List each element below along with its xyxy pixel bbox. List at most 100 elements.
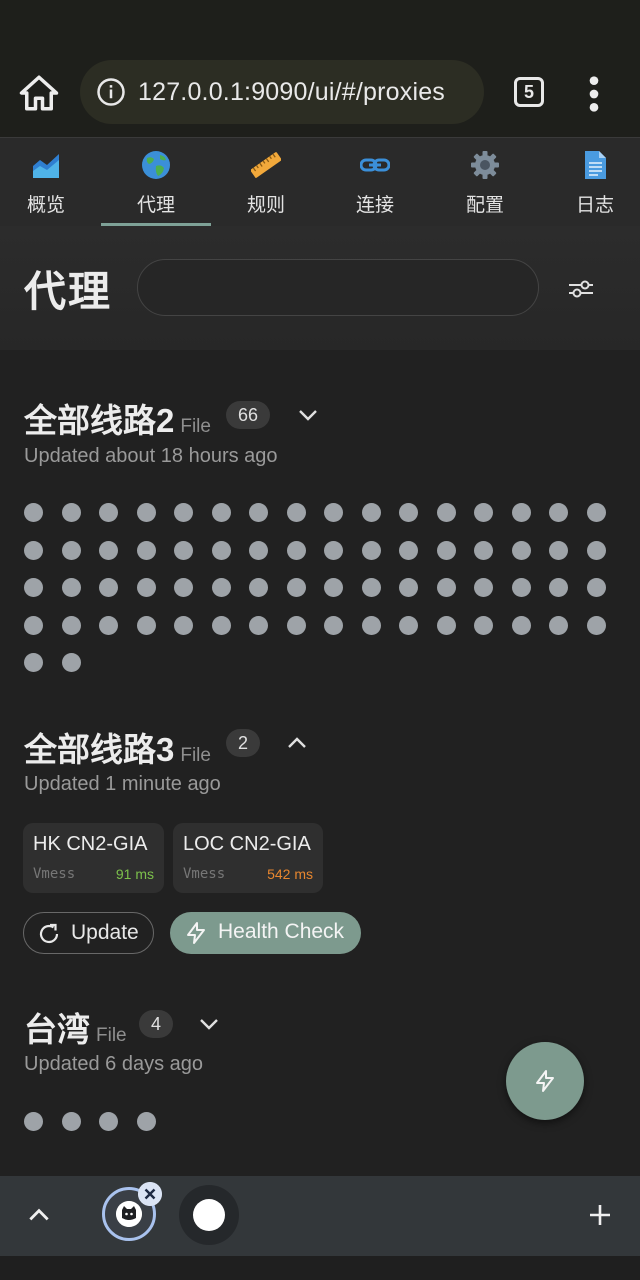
proxy-status-dot[interactable] — [549, 540, 568, 560]
proxy-status-dot[interactable] — [586, 578, 606, 597]
proxy-status-dot[interactable] — [436, 578, 456, 597]
info-icon[interactable] — [96, 77, 126, 107]
proxy-status-dot[interactable] — [399, 615, 418, 635]
proxy-status-dot[interactable] — [211, 578, 231, 597]
proxy-status-dot[interactable] — [24, 578, 43, 597]
proxy-status-dot[interactable] — [24, 540, 43, 560]
proxy-status-dot[interactable] — [99, 503, 118, 522]
url-bar[interactable]: 127.0.0.1:9090/ui/#/proxies — [80, 60, 484, 124]
proxy-status-dot[interactable] — [174, 615, 193, 635]
chevron-up-icon[interactable] — [26, 1202, 52, 1228]
proxy-status-dot[interactable] — [511, 578, 531, 597]
home-icon[interactable] — [18, 72, 60, 114]
proxy-status-dot[interactable] — [361, 615, 381, 635]
proxy-status-dot[interactable] — [174, 578, 193, 597]
proxy-status-dot[interactable] — [136, 615, 156, 635]
proxy-status-dot[interactable] — [549, 578, 568, 597]
proxy-status-dot[interactable] — [211, 615, 231, 635]
filter-settings-icon[interactable] — [566, 274, 596, 304]
proxy-status-dot[interactable] — [324, 503, 343, 522]
proxy-status-dot[interactable] — [286, 615, 306, 635]
proxy-status-dot[interactable] — [136, 578, 156, 597]
health-check-button[interactable]: Health Check — [170, 912, 361, 954]
test-latency-fab[interactable] — [506, 1042, 584, 1120]
proxy-status-dot[interactable] — [61, 503, 81, 522]
proxy-status-dot[interactable] — [399, 540, 418, 560]
chevron-up-icon[interactable] — [285, 731, 309, 755]
tab-switcher-button[interactable]: 5 — [514, 77, 544, 107]
proxy-status-dot[interactable] — [99, 578, 118, 597]
proxy-status-dot[interactable] — [586, 540, 606, 560]
proxy-status-dot[interactable] — [361, 540, 381, 560]
proxy-status-dot[interactable] — [286, 578, 306, 597]
proxy-status-dot[interactable] — [549, 503, 568, 522]
proxy-status-dot[interactable] — [61, 578, 81, 597]
proxy-status-dot[interactable] — [61, 615, 81, 635]
proxy-status-dot[interactable] — [549, 615, 568, 635]
proxy-status-dot[interactable] — [286, 503, 306, 522]
proxy-status-dot[interactable] — [324, 578, 343, 597]
tab-thumbnail[interactable] — [179, 1185, 239, 1245]
more-menu-icon[interactable] — [582, 74, 606, 114]
proxy-status-dot[interactable] — [324, 615, 343, 635]
proxy-status-dot[interactable] — [436, 540, 456, 560]
chevron-down-icon[interactable] — [197, 1012, 221, 1036]
proxy-status-dot[interactable] — [24, 1112, 43, 1131]
proxy-status-dot[interactable] — [436, 503, 456, 522]
proxy-status-dot[interactable] — [99, 540, 118, 560]
proxy-status-dot[interactable] — [24, 615, 43, 635]
proxy-status-dot[interactable] — [474, 503, 493, 522]
update-button[interactable]: Update — [23, 912, 154, 954]
nav-item-proxies[interactable]: 代理 — [101, 138, 211, 226]
proxy-status-dot[interactable] — [511, 503, 531, 522]
proxy-status-dot[interactable] — [136, 1112, 156, 1131]
proxy-status-dot[interactable] — [399, 503, 418, 522]
proxy-status-dot[interactable] — [99, 1112, 118, 1131]
chevron-down-icon[interactable] — [296, 403, 320, 427]
proxy-status-dot[interactable] — [511, 540, 531, 560]
proxy-status-dot[interactable] — [61, 540, 81, 560]
proxy-status-dot[interactable] — [361, 578, 381, 597]
proxy-status-dot[interactable] — [24, 653, 43, 672]
proxy-status-dot[interactable] — [174, 503, 193, 522]
proxy-status-dot[interactable] — [24, 503, 43, 522]
proxy-status-dot[interactable] — [136, 503, 156, 522]
proxy-card[interactable]: LOC CN2-GIA Vmess 542 ms — [173, 823, 323, 893]
proxy-status-dot[interactable] — [211, 540, 231, 560]
close-tab-icon[interactable] — [138, 1182, 162, 1206]
proxy-status-dot[interactable] — [249, 503, 268, 522]
proxy-status-dot[interactable] — [436, 615, 456, 635]
search-input[interactable] — [137, 259, 539, 316]
proxy-status-dot[interactable] — [399, 578, 418, 597]
proxy-status-dot[interactable] — [324, 540, 343, 560]
proxy-status-dot[interactable] — [249, 578, 268, 597]
proxy-card[interactable]: HK CN2-GIA Vmess 91 ms — [23, 823, 164, 893]
proxy-status-dot[interactable] — [61, 653, 81, 672]
proxy-status-dot[interactable] — [474, 578, 493, 597]
page-header: 代理 — [0, 226, 640, 350]
nav-item-config[interactable]: 配置 — [430, 138, 540, 226]
proxy-status-dot[interactable] — [511, 615, 531, 635]
proxy-status-dot[interactable] — [474, 540, 493, 560]
proxy-status-dot[interactable] — [136, 540, 156, 560]
plus-icon[interactable] — [588, 1203, 612, 1227]
nav-item-logs[interactable]: 日志 — [540, 138, 640, 226]
proxy-status-dot[interactable] — [61, 1112, 81, 1131]
proxy-status-dot[interactable] — [586, 503, 606, 522]
proxy-status-dot[interactable] — [249, 540, 268, 560]
proxy-status-dot[interactable] — [174, 540, 193, 560]
group-title: 全部线路3 File — [24, 723, 211, 771]
proxy-status-dot[interactable] — [586, 615, 606, 635]
document-icon — [585, 151, 606, 179]
proxy-status-dot[interactable] — [361, 503, 381, 522]
nav-item-overview[interactable]: 概览 — [0, 138, 101, 226]
proxy-status-dot[interactable] — [249, 615, 268, 635]
nav-item-rules[interactable]: 规则 — [211, 138, 321, 226]
chart-icon — [33, 154, 59, 178]
proxy-latency: 542 ms — [267, 866, 313, 882]
proxy-status-dot[interactable] — [99, 615, 118, 635]
nav-item-connections[interactable]: 连接 — [320, 138, 430, 226]
proxy-status-dot[interactable] — [286, 540, 306, 560]
proxy-status-dot[interactable] — [211, 503, 231, 522]
proxy-status-dot[interactable] — [474, 615, 493, 635]
